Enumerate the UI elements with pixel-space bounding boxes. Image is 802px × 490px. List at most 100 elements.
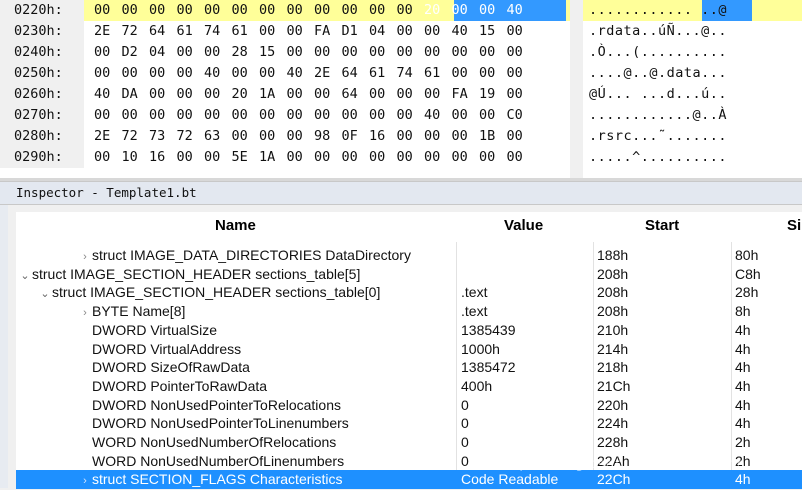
hex-byte[interactable]: 00 xyxy=(452,105,479,126)
hex-byte[interactable]: 00 xyxy=(479,0,506,21)
hex-byte[interactable]: 00 xyxy=(397,147,424,168)
hex-byte[interactable]: 0F xyxy=(342,126,369,147)
hex-byte[interactable]: 00 xyxy=(287,105,314,126)
hex-byte[interactable]: 00 xyxy=(369,147,396,168)
hex-byte[interactable]: 74 xyxy=(397,63,424,84)
hex-byte[interactable]: 00 xyxy=(452,42,479,63)
hex-row-ascii[interactable]: .rsrc...˜....... xyxy=(583,126,802,147)
hex-byte[interactable]: 00 xyxy=(314,0,341,21)
hex-byte[interactable]: 00 xyxy=(94,147,121,168)
hex-row-bytes[interactable]: 40 DA 00 00 00 20 1A 00 00 64 00 00 00 FA 19 00 xyxy=(84,84,570,105)
grid-row[interactable]: › BYTE Name[8] .text 208h 8h xyxy=(16,302,802,321)
hex-byte[interactable]: 00 xyxy=(342,42,369,63)
hex-byte[interactable]: 00 xyxy=(507,126,534,147)
hex-byte[interactable]: 16 xyxy=(149,147,176,168)
hex-byte[interactable]: 40 xyxy=(507,0,534,21)
hex-byte[interactable]: 40 xyxy=(204,63,231,84)
hex-byte[interactable]: 00 xyxy=(424,84,451,105)
hex-row-ascii[interactable]: @Ú... ...d...ú.. xyxy=(583,84,802,105)
hex-byte[interactable]: 20 xyxy=(232,84,259,105)
collapsed-chevron-icon[interactable]: › xyxy=(78,472,92,490)
hex-byte[interactable]: 00 xyxy=(507,42,534,63)
hex-byte[interactable]: 00 xyxy=(424,147,451,168)
hex-byte[interactable]: 64 xyxy=(342,84,369,105)
hex-byte[interactable]: 00 xyxy=(232,126,259,147)
hex-byte[interactable]: C0 xyxy=(507,105,534,126)
hex-byte[interactable]: 00 xyxy=(287,21,314,42)
grid-row[interactable]: DWORD PointerToRawData 400h 21Ch 4h xyxy=(16,377,802,396)
column-header-value[interactable]: Value xyxy=(504,217,543,234)
hex-byte[interactable]: 00 xyxy=(94,42,121,63)
hex-byte[interactable]: 28 xyxy=(232,42,259,63)
grid-row[interactable]: DWORD NonUsedPointerToLinenumbers 0 224h 4h xyxy=(16,414,802,433)
hex-byte[interactable]: 00 xyxy=(232,105,259,126)
hex-byte[interactable]: 00 xyxy=(232,63,259,84)
hex-byte[interactable]: 00 xyxy=(259,0,286,21)
hex-byte[interactable]: 00 xyxy=(452,0,479,21)
hex-row[interactable]: 0260h: 40 DA 00 00 00 20 1A 00 00 64 00 00 00 FA 19 00 @Ú… xyxy=(0,84,802,105)
hex-row-ascii[interactable]: .Ò...(.......... xyxy=(583,42,802,63)
hex-byte[interactable]: 00 xyxy=(287,126,314,147)
hex-byte[interactable]: 00 xyxy=(314,147,341,168)
hex-byte[interactable]: 40 xyxy=(452,21,479,42)
hex-byte[interactable]: 40 xyxy=(424,105,451,126)
hex-byte[interactable]: 98 xyxy=(314,126,341,147)
hex-byte[interactable]: 00 xyxy=(177,84,204,105)
hex-editor-view[interactable]: 0220h: 00 00 00 00 00 00 00 00 00 00 00 00 20 00 00 40..… xyxy=(0,0,802,178)
hex-byte[interactable]: 00 xyxy=(149,105,176,126)
hex-byte[interactable]: 00 xyxy=(314,105,341,126)
hex-byte[interactable]: 00 xyxy=(369,105,396,126)
hex-byte[interactable]: 00 xyxy=(369,84,396,105)
hex-byte[interactable]: 00 xyxy=(369,42,396,63)
hex-byte[interactable]: 10 xyxy=(122,147,149,168)
hex-row[interactable]: 0270h: 00 00 00 00 00 00 00 00 00 00 00 00 40 00 00 C0..… xyxy=(0,105,802,126)
hex-byte[interactable]: 00 xyxy=(424,126,451,147)
hex-byte[interactable]: 2E xyxy=(314,63,341,84)
hex-byte[interactable]: 00 xyxy=(342,147,369,168)
hex-byte[interactable]: 00 xyxy=(479,147,506,168)
hex-byte[interactable]: 00 xyxy=(259,105,286,126)
hex-byte[interactable]: 00 xyxy=(122,63,149,84)
hex-byte[interactable]: 00 xyxy=(149,84,176,105)
hex-byte[interactable]: 00 xyxy=(287,147,314,168)
hex-row-bytes[interactable]: 00 10 16 00 00 5E 1A 00 00 00 00 00 00 00 00 00 xyxy=(84,147,570,168)
hex-byte[interactable]: 1A xyxy=(259,147,286,168)
hex-byte[interactable]: 40 xyxy=(287,63,314,84)
hex-byte[interactable]: 00 xyxy=(149,0,176,21)
hex-byte[interactable]: 00 xyxy=(94,105,121,126)
hex-byte[interactable]: 20 xyxy=(424,0,451,21)
hex-byte[interactable]: D1 xyxy=(342,21,369,42)
hex-byte[interactable]: 2E xyxy=(94,126,121,147)
hex-byte[interactable]: 00 xyxy=(122,0,149,21)
hex-byte[interactable]: 61 xyxy=(177,21,204,42)
hex-byte[interactable]: 1A xyxy=(259,84,286,105)
hex-byte[interactable]: 40 xyxy=(94,84,121,105)
hex-byte[interactable]: 00 xyxy=(397,84,424,105)
hex-byte[interactable]: 00 xyxy=(507,84,534,105)
hex-row-ascii[interactable]: .rdata..úÑ...@.. xyxy=(583,21,802,42)
hex-byte[interactable]: 00 xyxy=(507,147,534,168)
template-results-grid[interactable]: Name Value Start Si › struct IMAGE_DATA_D… xyxy=(16,212,802,490)
hex-row-ascii[interactable]: ............ ..@ xyxy=(583,0,802,21)
grid-row[interactable]: DWORD VirtualSize 1385439 210h 4h xyxy=(16,321,802,340)
grid-row[interactable]: DWORD NonUsedPointerToRelocations 0 220h 4h xyxy=(16,396,802,415)
hex-byte[interactable]: 00 xyxy=(314,84,341,105)
hex-row[interactable]: 0220h: 00 00 00 00 00 00 00 00 00 00 00 00 20 00 00 40..… xyxy=(0,0,802,21)
hex-byte[interactable]: 00 xyxy=(177,42,204,63)
hex-byte[interactable]: 74 xyxy=(204,21,231,42)
hex-byte[interactable]: 15 xyxy=(259,42,286,63)
hex-byte[interactable]: 00 xyxy=(479,63,506,84)
hex-row-bytes[interactable]: 00 00 00 00 00 00 00 00 00 00 00 00 40 00 00 C0 xyxy=(84,105,570,126)
hex-byte[interactable]: 00 xyxy=(314,42,341,63)
hex-byte[interactable]: 15 xyxy=(479,21,506,42)
hex-byte[interactable]: 00 xyxy=(507,21,534,42)
hex-row-ascii[interactable]: ............@..À xyxy=(583,105,802,126)
column-header-start[interactable]: Start xyxy=(645,217,679,234)
hex-byte[interactable]: 00 xyxy=(342,0,369,21)
hex-row-bytes[interactable]: 00 D2 04 00 00 28 15 00 00 00 00 00 00 00 00 00 xyxy=(84,42,570,63)
grid-row[interactable]: › struct IMAGE_DATA_DIRECTORIES DataDirec… xyxy=(16,246,802,265)
hex-byte[interactable]: 61 xyxy=(424,63,451,84)
inspector-title-bar[interactable]: Inspector - Template1.bt xyxy=(0,181,802,205)
hex-byte[interactable]: 00 xyxy=(232,0,259,21)
hex-byte[interactable]: 64 xyxy=(342,63,369,84)
